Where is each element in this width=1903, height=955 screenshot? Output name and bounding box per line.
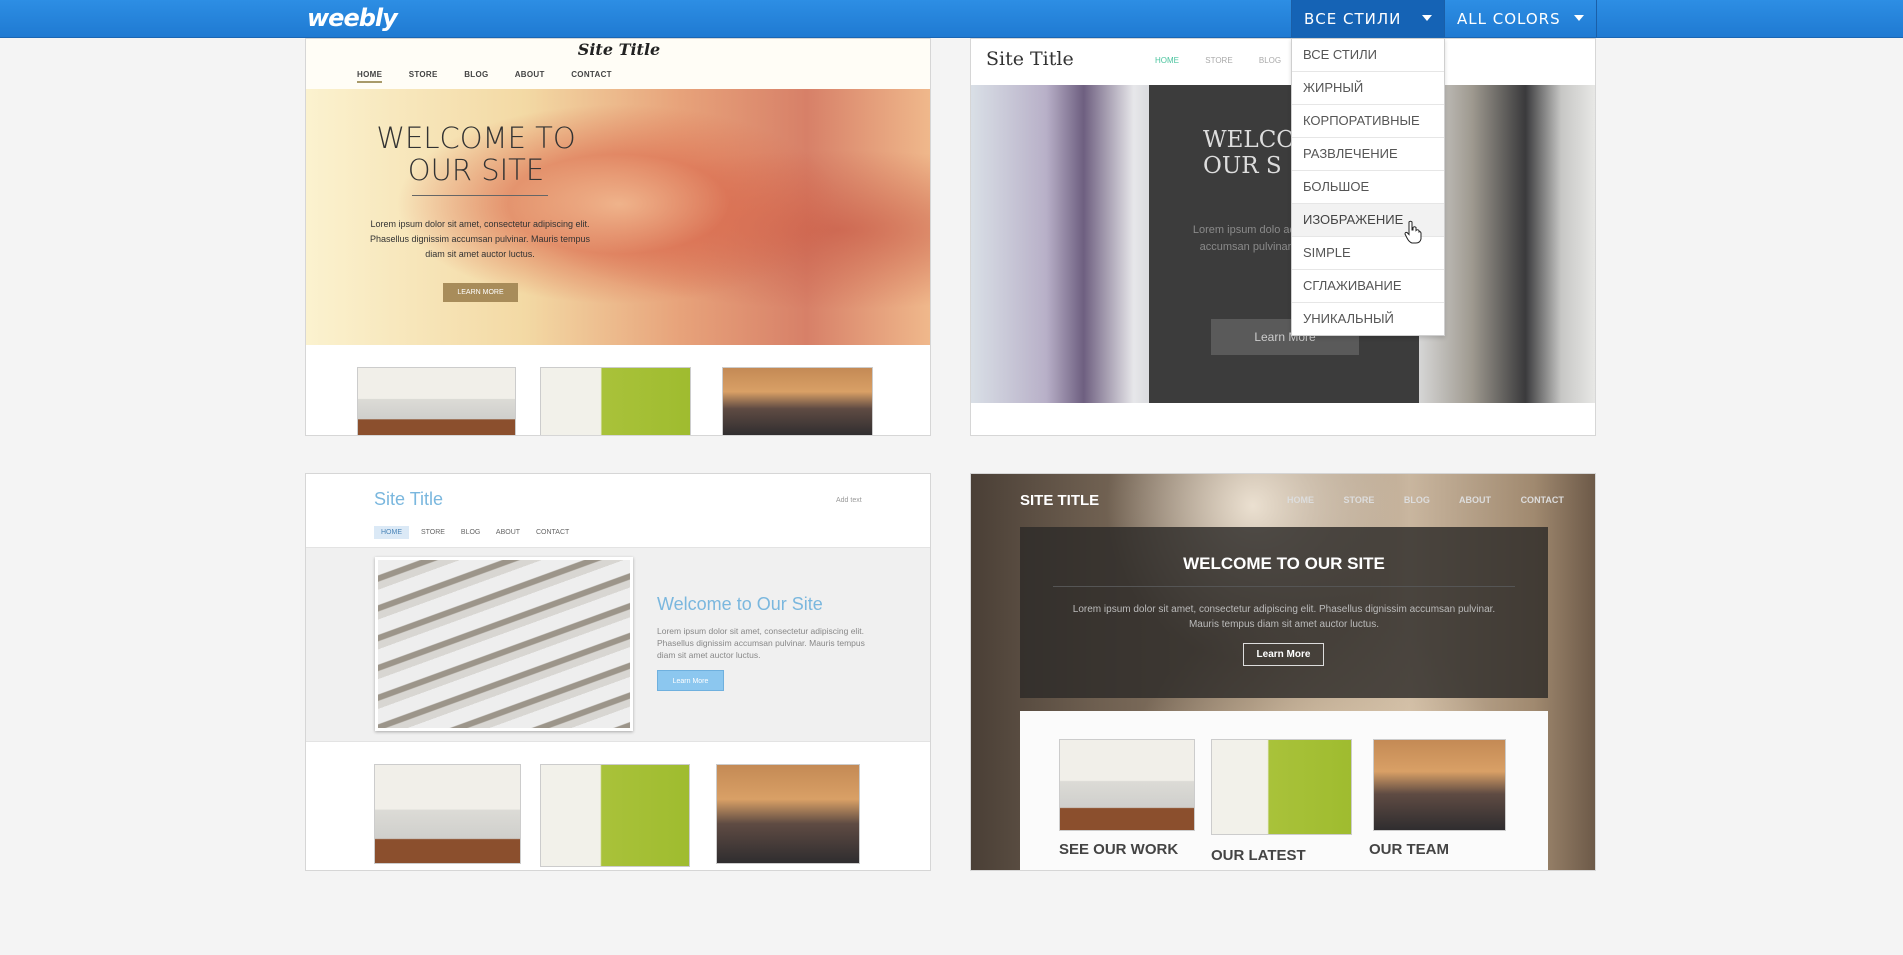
theme-add-text: Add text	[836, 497, 862, 504]
theme-nav-item: CONTACT	[571, 70, 612, 79]
styles-filter-button[interactable]: ВСЕ СТИЛИ	[1291, 0, 1444, 37]
theme-nav: HOME STORE BLOG	[1155, 56, 1305, 65]
theme-heading: WELCOME TO OUR SITE	[1183, 554, 1385, 573]
theme-nav: HOME STORE BLOG ABOUT CONTACT	[357, 70, 636, 83]
theme-card-2[interactable]: Site Title HOME STORE BLOG WELCO OUR S L…	[970, 38, 1596, 436]
dropdown-option[interactable]: ВСЕ СТИЛИ	[1292, 39, 1444, 72]
thumbnail-image	[1059, 739, 1195, 831]
dropdown-option[interactable]: УНИКАЛЬНЫЙ	[1292, 303, 1444, 335]
theme-body-text: Lorem ipsum dolor sit amet, consectetur …	[369, 219, 591, 259]
theme-nav-item: BLOG	[1258, 56, 1282, 65]
theme-nav-item: STORE	[1343, 495, 1375, 505]
divider	[412, 195, 548, 196]
theme-heading-line: WELCOME TO	[376, 121, 576, 155]
styles-filter-label: ВСЕ СТИЛИ	[1304, 9, 1402, 28]
theme-card-3[interactable]: Site Title Add text HOME STORE BLOG ABOU…	[305, 473, 931, 871]
theme-caption: OUR TEAM	[1369, 841, 1449, 858]
theme-nav-item: CONTACT	[536, 529, 570, 536]
theme-site-title: SITE TITLE	[1020, 492, 1100, 509]
top-bar: weebly ВСЕ СТИЛИ ALL COLORS	[0, 0, 1903, 38]
theme-site-title: Site Title	[374, 489, 444, 509]
dropdown-option[interactable]: БОЛЬШОЕ	[1292, 171, 1444, 204]
theme-heading: Welcome to Our Site	[657, 594, 823, 614]
theme-site-title: Site Title	[577, 40, 661, 59]
dropdown-option[interactable]: РАЗВЛЕЧЕНИЕ	[1292, 138, 1444, 171]
theme-nav-item: STORE	[1205, 56, 1233, 65]
chevron-down-icon	[1574, 15, 1584, 21]
colors-filter-label: ALL COLORS	[1457, 9, 1561, 28]
thumbnail-image	[722, 367, 873, 435]
chevron-down-icon	[1422, 15, 1432, 21]
weebly-logo[interactable]: weebly	[307, 4, 398, 32]
thumbnail-image	[1211, 739, 1352, 835]
theme-caption: SEE OUR WORK	[1059, 841, 1179, 858]
theme-heading: WELCOME TO OUR SITE	[366, 122, 586, 186]
hand-cursor-icon	[1404, 220, 1422, 244]
theme-nav-item: HOME	[357, 70, 383, 83]
colors-filter-button[interactable]: ALL COLORS	[1444, 0, 1597, 37]
theme-nav-item: BLOG	[1403, 495, 1430, 505]
theme-nav: HOME STORE BLOG ABOUT CONTACT	[1287, 495, 1591, 505]
theme-nav-item: HOME	[374, 526, 409, 539]
theme-learn-more-button: Learn More	[1243, 643, 1324, 666]
theme-learn-more-button: Learn More	[657, 670, 724, 691]
thumbnail-image	[540, 367, 691, 435]
theme-nav-item: HOME	[1155, 56, 1179, 65]
theme-body-text: Lorem ipsum dolor sit amet, consectetur …	[657, 626, 865, 660]
divider	[1053, 586, 1515, 587]
theme-nav-item: ABOUT	[514, 70, 545, 79]
theme-nav-item: STORE	[408, 70, 438, 79]
theme-nav-item: CONTACT	[1520, 495, 1564, 505]
dropdown-option[interactable]: ЖИРНЫЙ	[1292, 72, 1444, 105]
theme-nav-item: ABOUT	[495, 529, 521, 536]
thumbnail-image	[374, 764, 521, 864]
hero-image	[375, 557, 633, 731]
theme-site-title: Site Title	[986, 48, 1074, 70]
theme-nav-item: BLOG	[460, 529, 481, 536]
styles-dropdown-menu: ВСЕ СТИЛИ ЖИРНЫЙ КОРПОРАТИВНЫЕ РАЗВЛЕЧЕН…	[1291, 38, 1445, 336]
dropdown-option[interactable]: КОРПОРАТИВНЫЕ	[1292, 105, 1444, 138]
theme-card-4[interactable]: SITE TITLE HOME STORE BLOG ABOUT CONTACT…	[970, 473, 1596, 871]
theme-nav-item: ABOUT	[1459, 495, 1492, 505]
thumbnail-image	[357, 367, 516, 435]
theme-body-text: Lorem ipsum dolor sit amet, consectetur …	[1072, 604, 1496, 630]
theme-card-1[interactable]: Site Title HOME STORE BLOG ABOUT CONTACT…	[305, 38, 931, 436]
thumbnail-image	[716, 764, 860, 864]
theme-nav-item: BLOG	[464, 70, 489, 79]
theme-learn-more-button: LEARN MORE	[443, 283, 518, 302]
theme-nav: HOME STORE BLOG ABOUT CONTACT	[374, 526, 583, 539]
dropdown-option[interactable]: СГЛАЖИВАНИЕ	[1292, 270, 1444, 303]
thumbnail-image	[540, 764, 690, 867]
thumbnail-image	[1373, 739, 1506, 831]
theme-nav-item: HOME	[1287, 495, 1314, 505]
theme-caption: OUR LATEST	[1211, 847, 1306, 864]
theme-nav-item: STORE	[420, 529, 445, 536]
theme-heading-line: OUR SITE	[407, 153, 545, 187]
